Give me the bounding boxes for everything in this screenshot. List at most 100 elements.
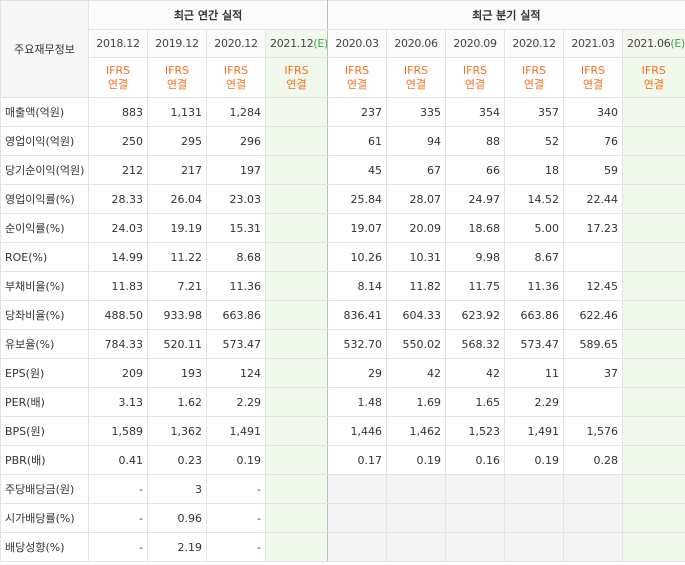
annual-value: - xyxy=(88,474,148,504)
quarter-value xyxy=(445,532,506,562)
table-row: 유보율(%) 784.33 520.11 573.47 532.70 550.02 568.… xyxy=(0,329,685,359)
annual-value: 217 xyxy=(147,155,207,185)
quarter-value xyxy=(622,213,685,243)
annual-value: 7.21 xyxy=(147,271,207,301)
quarter-value xyxy=(622,97,685,127)
quarter-value xyxy=(622,184,685,214)
quarter-value: 1,523 xyxy=(445,416,506,446)
table-row: 매출액(억원) 883 1,131 1,284 237 335 354 357 340 xyxy=(0,97,685,127)
period-header: 2020.03 xyxy=(327,29,388,58)
ifrs-label: IFRS 연결 xyxy=(206,57,266,98)
annual-value: 573.47 xyxy=(206,329,266,359)
row-label: 당좌비율(%) xyxy=(0,300,89,330)
quarter-value: 25.84 xyxy=(327,184,388,214)
annual-value: 883 xyxy=(88,97,148,127)
row-label: PER(배) xyxy=(0,387,89,417)
quarter-value: 76 xyxy=(563,126,624,156)
quarter-value: 1.48 xyxy=(327,387,388,417)
quarter-value: 66 xyxy=(445,155,506,185)
quarter-value: 19.07 xyxy=(327,213,388,243)
quarter-value xyxy=(622,271,685,301)
quarter-value: 573.47 xyxy=(504,329,565,359)
quarter-value: 61 xyxy=(327,126,388,156)
quarter-value xyxy=(622,126,685,156)
annual-value: 14.99 xyxy=(88,242,148,272)
quarter-value: 663.86 xyxy=(504,300,565,330)
quarter-value xyxy=(563,242,624,272)
annual-value: 15.31 xyxy=(206,213,266,243)
annual-value: 8.68 xyxy=(206,242,266,272)
row-label: PBR(배) xyxy=(0,445,89,475)
annual-value: 933.98 xyxy=(147,300,207,330)
quarter-value: 237 xyxy=(327,97,388,127)
quarter-value xyxy=(622,300,685,330)
ifrs-label: IFRS 연결 xyxy=(88,57,148,98)
quarter-value xyxy=(622,416,685,446)
annual-value: 11.36 xyxy=(206,271,266,301)
quarter-value xyxy=(622,155,685,185)
annual-value: - xyxy=(206,474,266,504)
quarter-value: 622.46 xyxy=(563,300,624,330)
estimate-marker: (E) xyxy=(670,37,685,50)
period-header: 2019.12 xyxy=(147,29,207,58)
quarter-value: 604.33 xyxy=(386,300,447,330)
quarter-value xyxy=(563,387,624,417)
quarter-value xyxy=(445,503,506,533)
annual-value: 2.19 xyxy=(147,532,207,562)
row-label: BPS(원) xyxy=(0,416,89,446)
quarter-value: 0.16 xyxy=(445,445,506,475)
corner-label: 주요재무정보 xyxy=(0,0,89,98)
annual-value: 3.13 xyxy=(88,387,148,417)
ifrs-row: IFRS 연결 IFRS 연결 IFRS 연결 IFRS 연결 IFRS 연결 IFRS 연결 IFRS… xyxy=(1,57,685,98)
financial-summary-table: 주요재무정보 최근 연간 실적 최근 분기 실적 2018.12 2019.12 2… xyxy=(0,0,685,562)
annual-value xyxy=(264,416,329,446)
annual-value: 1,131 xyxy=(147,97,207,127)
quarter-value: 550.02 xyxy=(386,329,447,359)
annual-value: 2.29 xyxy=(206,387,266,417)
table-row: 영업이익률(%) 28.33 26.04 23.03 25.84 28.07 24.97 14… xyxy=(0,184,685,214)
row-label: 영업이익률(%) xyxy=(0,184,89,214)
quarter-value: 29 xyxy=(327,358,388,388)
annual-value: 212 xyxy=(88,155,148,185)
quarter-value: 589.65 xyxy=(563,329,624,359)
quarter-value: 354 xyxy=(445,97,506,127)
table-row: 당좌비율(%) 488.50 933.98 663.86 836.41 604.33 623… xyxy=(0,300,685,330)
quarter-value xyxy=(622,503,685,533)
quarter-value: 1,462 xyxy=(386,416,447,446)
quarter-value: 0.19 xyxy=(386,445,447,475)
ifrs-label: IFRS 연결 xyxy=(327,57,388,98)
annual-value xyxy=(264,155,329,185)
table-row: PER(배) 3.13 1.62 2.29 1.48 1.69 1.65 2.29 xyxy=(0,387,685,417)
annual-value: 0.96 xyxy=(147,503,207,533)
annual-value: 24.03 xyxy=(88,213,148,243)
annual-value: 0.41 xyxy=(88,445,148,475)
quarter-value: 8.14 xyxy=(327,271,388,301)
quarter-value xyxy=(386,503,447,533)
annual-value xyxy=(264,503,329,533)
row-label: 영업이익(억원) xyxy=(0,126,89,156)
quarter-value xyxy=(622,329,685,359)
annual-value: 784.33 xyxy=(88,329,148,359)
annual-value xyxy=(264,474,329,504)
quarter-value: 11.36 xyxy=(504,271,565,301)
annual-value xyxy=(264,358,329,388)
table-row: 배당성향(%) -2.19- xyxy=(0,532,685,562)
quarter-value: 623.92 xyxy=(445,300,506,330)
table-row: 영업이익(억원) 250 295 296 61 94 88 52 76 xyxy=(0,126,685,156)
quarter-value xyxy=(622,474,685,504)
quarter-value: 17.23 xyxy=(563,213,624,243)
quarter-value: 28.07 xyxy=(386,184,447,214)
quarter-value: 10.26 xyxy=(327,242,388,272)
quarter-value: 836.41 xyxy=(327,300,388,330)
annual-value: 296 xyxy=(206,126,266,156)
annual-value: - xyxy=(206,532,266,562)
annual-value xyxy=(264,329,329,359)
annual-value: 11.83 xyxy=(88,271,148,301)
quarter-value xyxy=(504,503,565,533)
quarter-value: 5.00 xyxy=(504,213,565,243)
quarter-value: 18 xyxy=(504,155,565,185)
annual-value: 295 xyxy=(147,126,207,156)
annual-value xyxy=(264,445,329,475)
quarter-value: 357 xyxy=(504,97,565,127)
annual-value: 1.62 xyxy=(147,387,207,417)
